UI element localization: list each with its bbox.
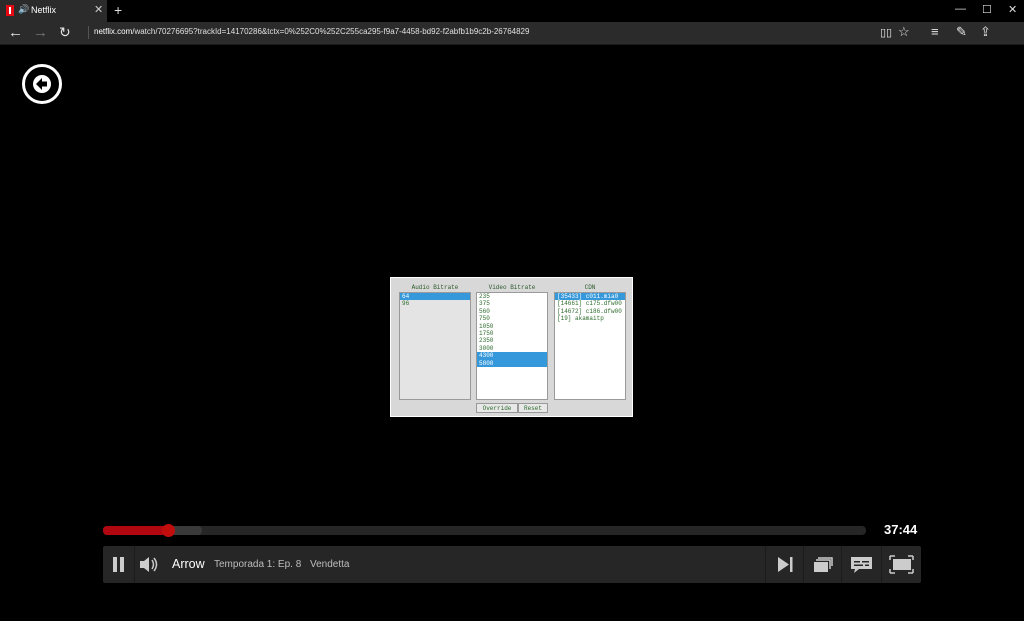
audio-bitrate-title: Audio Bitrate <box>411 284 459 291</box>
netflix-favicon-icon <box>6 5 14 16</box>
video-bitrate-option[interactable]: 235 <box>477 293 547 300</box>
pause-icon <box>113 557 124 572</box>
next-episode-icon <box>778 557 793 572</box>
hub-icon[interactable]: ≡ <box>931 24 939 39</box>
player-control-bar: Arrow Temporada 1: Ep. 8 Vendetta <box>103 546 921 583</box>
fullscreen-button[interactable] <box>882 546 921 583</box>
audio-bitrate-list[interactable]: 64 96 <box>399 292 471 400</box>
audio-bitrate-option[interactable]: 96 <box>400 300 470 307</box>
cdn-title: CDN <box>584 284 596 291</box>
show-title: Arrow <box>172 557 205 571</box>
reading-view-icon[interactable]: ▯▯ <box>880 26 892 39</box>
minimize-icon[interactable]: — <box>955 3 966 15</box>
tab-title: Netflix <box>31 5 57 15</box>
volume-button[interactable] <box>135 546 163 583</box>
audio-bitrate-option[interactable]: 64 <box>400 293 470 301</box>
back-arrow-circle-icon <box>33 75 51 93</box>
new-tab-button[interactable]: + <box>114 2 122 18</box>
favorite-star-icon[interactable]: ☆ <box>898 24 910 40</box>
video-bitrate-option[interactable]: 3000 <box>477 345 547 352</box>
video-bitrate-option[interactable]: 375 <box>477 300 547 307</box>
browser-tab-netflix[interactable]: 🔊 Netflix ✕ <box>0 0 107 22</box>
share-icon[interactable]: ⇪ <box>980 24 991 40</box>
subtitles-icon <box>851 557 872 573</box>
progress-track[interactable] <box>103 524 866 537</box>
video-bitrate-option[interactable]: 750 <box>477 315 547 322</box>
video-bitrate-option[interactable]: 5800 <box>477 359 547 367</box>
subtitles-button[interactable] <box>842 546 882 583</box>
tab-close-icon[interactable]: ✕ <box>94 3 103 16</box>
video-bitrate-option[interactable]: 1050 <box>477 323 547 330</box>
web-note-icon[interactable]: ✎ <box>956 24 967 40</box>
cdn-option[interactable]: [14672] c186.dfw00 <box>555 308 625 315</box>
forward-arrow-icon[interactable]: → <box>33 24 48 41</box>
close-icon[interactable]: ✕ <box>1008 3 1017 16</box>
video-bitrate-option[interactable]: 2350 <box>477 337 547 344</box>
cdn-option[interactable]: [35433] c011.mia0 <box>555 293 625 301</box>
volume-icon <box>140 557 158 572</box>
url-text[interactable]: netflix.com/watch/70276695?trackId=14170… <box>94 27 529 36</box>
next-episode-button[interactable] <box>765 546 804 583</box>
speaker-icon[interactable]: 🔊 <box>18 4 29 15</box>
cdn-option[interactable]: [14661] c175.dfw00 <box>555 300 625 307</box>
back-arrow-icon[interactable]: ← <box>8 24 23 41</box>
fullscreen-icon <box>889 555 914 574</box>
episode-info: Temporada 1: Ep. 8 <box>214 559 302 570</box>
video-bitrate-title: Video Bitrate <box>488 284 536 291</box>
cdn-list[interactable]: [35433] c011.mia0 [14661] c175.dfw00 [1467… <box>554 292 626 400</box>
pause-button[interactable] <box>103 546 135 583</box>
episode-title: Vendetta <box>310 559 350 570</box>
tab-strip: 🔊 Netflix ✕ + — ☐ ✕ <box>0 0 1024 22</box>
override-button[interactable]: Override <box>476 403 518 413</box>
video-bitrate-list[interactable]: 235 375 560 750 1050 1750 2350 3000 4300 5800 <box>476 292 548 400</box>
video-bitrate-option[interactable]: 4300 <box>477 352 547 360</box>
scrubber-handle[interactable] <box>161 524 175 537</box>
time-remaining: 37:44 <box>884 522 918 537</box>
maximize-icon[interactable]: ☐ <box>982 3 992 16</box>
reset-button[interactable]: Reset <box>518 403 548 413</box>
back-button[interactable] <box>22 64 62 104</box>
bitrate-debug-panel: Audio Bitrate 64 96 Video Bitrate 235 375 5… <box>390 277 633 417</box>
video-bitrate-option[interactable]: 560 <box>477 308 547 315</box>
url-domain: netflix.com <box>94 27 133 36</box>
episodes-button[interactable] <box>803 546 842 583</box>
progress-bar <box>103 526 168 535</box>
url-path: /watch/70276695?trackId=14170286&tctx=0%… <box>132 27 530 36</box>
cdn-option[interactable]: [19] akamaitp <box>555 315 625 322</box>
refresh-icon[interactable]: ↻ <box>59 24 71 41</box>
video-bitrate-option[interactable]: 1750 <box>477 330 547 337</box>
episodes-stack-icon <box>814 557 833 572</box>
